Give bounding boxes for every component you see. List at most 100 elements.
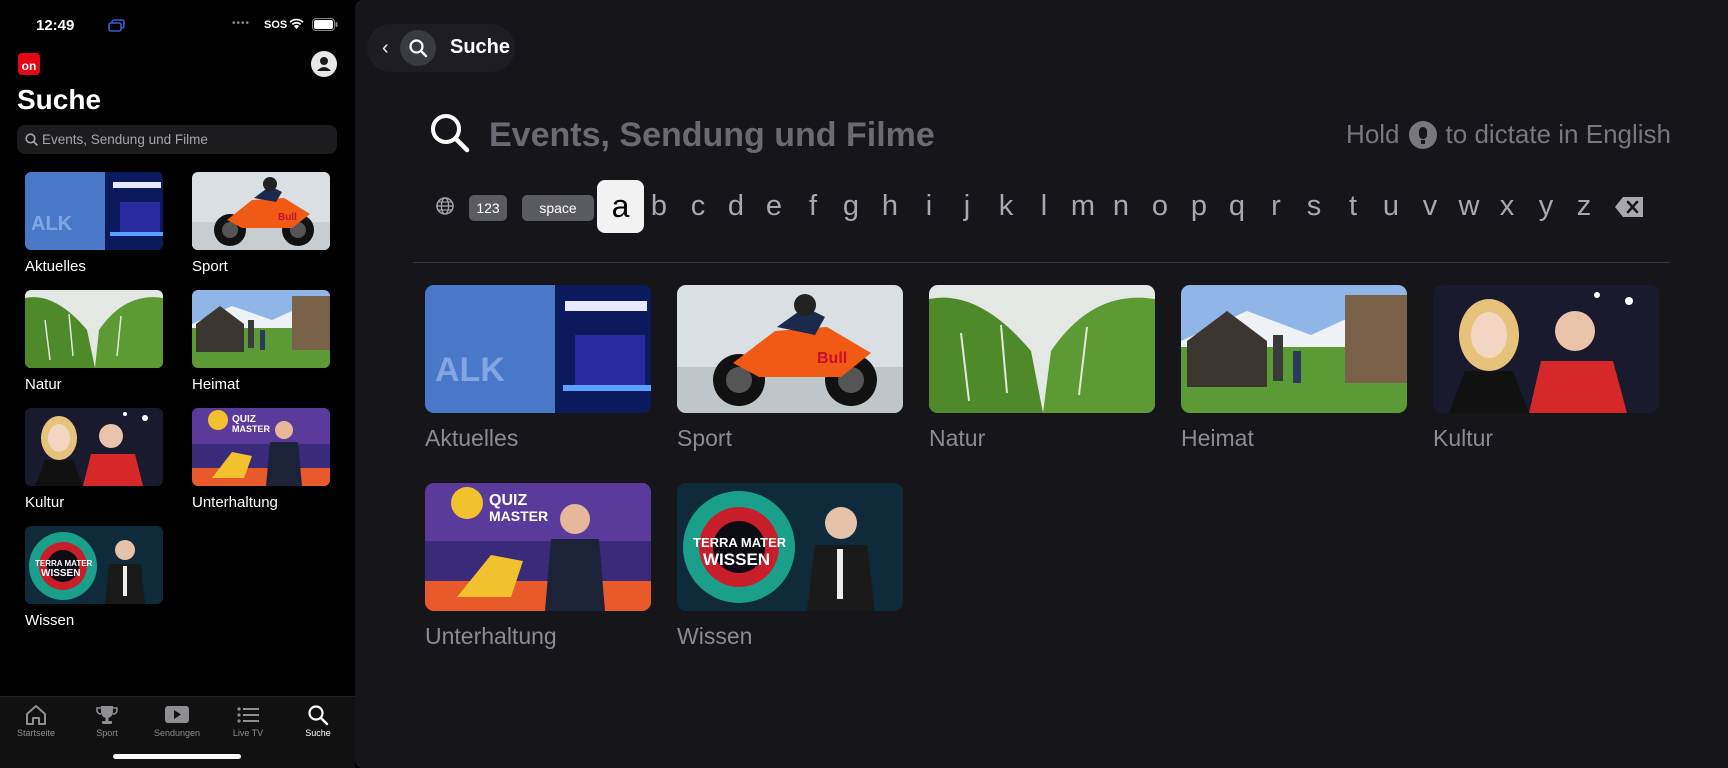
category-thumbnail [192, 290, 330, 368]
key-x[interactable]: x [1492, 185, 1522, 227]
tv-category-card-heimat[interactable]: Heimat [1181, 285, 1407, 452]
key-k[interactable]: k [991, 185, 1021, 227]
person-icon [317, 57, 331, 71]
category-thumbnail [1433, 285, 1659, 413]
key-n[interactable]: n [1106, 185, 1136, 227]
category-label: Wissen [677, 623, 753, 649]
key-m[interactable]: m [1068, 185, 1098, 227]
category-thumbnail: ALK [425, 285, 651, 413]
tv-search-input[interactable] [489, 110, 1189, 160]
category-card-kultur[interactable]: Kultur [25, 408, 165, 511]
category-label: Sport [677, 425, 732, 451]
battery-icon [312, 18, 338, 31]
tv-category-card-kultur[interactable]: Kultur [1433, 285, 1659, 452]
key-o[interactable]: o [1145, 185, 1175, 227]
trophy-icon [96, 706, 118, 724]
key-t[interactable]: t [1338, 185, 1368, 227]
category-thumbnail: Bull [192, 172, 330, 250]
numbers-key[interactable]: 123 [469, 195, 507, 221]
tv-category-card-sport[interactable]: Bull Sport [677, 285, 903, 452]
category-card-heimat[interactable]: Heimat [192, 290, 332, 393]
microphone-icon [1408, 120, 1437, 149]
key-i[interactable]: i [914, 185, 944, 227]
divider [413, 262, 1670, 263]
category-thumbnail [1181, 285, 1407, 413]
delete-key-icon[interactable] [1614, 196, 1644, 218]
category-card-sport[interactable]: Bull Sport [192, 172, 332, 275]
category-card-unterhaltung[interactable]: QUIZ MASTER Unterhaltung [192, 408, 332, 511]
home-icon [26, 705, 46, 725]
category-label: Natur [929, 425, 986, 451]
key-b[interactable]: b [644, 185, 674, 227]
svg-text:Bull: Bull [278, 212, 297, 223]
tv-category-card-natur[interactable]: Natur [929, 285, 1155, 452]
category-label: Unterhaltung [192, 494, 278, 511]
play-icon [165, 706, 189, 723]
key-j[interactable]: j [952, 185, 982, 227]
key-r[interactable]: r [1261, 185, 1291, 227]
tv-category-card-aktuelles[interactable]: ALK Aktuelles [425, 285, 651, 452]
svg-text:WISSEN: WISSEN [703, 550, 770, 569]
svg-text:ALK: ALK [31, 213, 73, 235]
status-time: 12:49 [36, 17, 75, 34]
tab-label: Suche [305, 728, 331, 738]
key-e[interactable]: e [759, 185, 789, 227]
search-icon [409, 39, 428, 58]
tab-suche[interactable]: Suche [283, 704, 353, 738]
tab-sendungen[interactable]: Sendungen [142, 704, 212, 738]
key-y[interactable]: y [1531, 185, 1561, 227]
key-d[interactable]: d [721, 185, 751, 227]
category-label: Unterhaltung [425, 623, 557, 649]
key-z[interactable]: z [1569, 185, 1599, 227]
chevron-left-icon: ‹ [382, 37, 389, 59]
wifi-icon [289, 18, 304, 29]
category-thumbnail [25, 290, 163, 368]
key-q[interactable]: q [1222, 185, 1252, 227]
tab-sport[interactable]: Sport [72, 704, 142, 738]
sos-indicator: SOS [264, 19, 288, 31]
search-badge [400, 30, 436, 66]
key-v[interactable]: v [1415, 185, 1445, 227]
profile-button[interactable] [311, 51, 337, 77]
svg-text:Bull: Bull [817, 350, 847, 367]
category-label: Natur [25, 376, 62, 393]
tab-startseite[interactable]: Startseite [1, 704, 71, 738]
category-label: Wissen [25, 612, 75, 629]
tv-category-card-wissen[interactable]: TERRA MATER WISSEN Wissen [677, 483, 903, 650]
space-key[interactable]: space [522, 195, 594, 221]
search-field[interactable] [17, 125, 337, 154]
key-h[interactable]: h [875, 185, 905, 227]
key-p[interactable]: p [1184, 185, 1214, 227]
home-indicator [113, 754, 241, 759]
app-logo: on [18, 53, 40, 75]
tab-label: Sendungen [153, 728, 201, 738]
tab-live-tv[interactable]: Live TV [213, 704, 283, 738]
category-card-aktuelles[interactable]: ALK Aktuelles [25, 172, 165, 275]
tv-category-card-unterhaltung[interactable]: QUIZ MASTER Unterhaltung [425, 483, 651, 650]
search-input[interactable] [42, 125, 327, 154]
status-bar: 12:49 •••• SOS [0, 0, 355, 50]
globe-icon[interactable] [435, 196, 455, 216]
key-w[interactable]: w [1454, 185, 1484, 227]
key-s[interactable]: s [1299, 185, 1329, 227]
category-label: Aktuelles [425, 425, 519, 451]
search-icon [308, 705, 329, 726]
back-button[interactable]: ‹ Suche [367, 24, 515, 72]
category-label: Heimat [192, 376, 240, 393]
svg-text:TERRA MATER: TERRA MATER [693, 535, 787, 550]
category-card-natur[interactable]: Natur [25, 290, 165, 393]
category-card-wissen[interactable]: TERRA MATER WISSEN Wissen [25, 526, 165, 629]
tab-label: Live TV [232, 728, 264, 738]
svg-text:TERRA MATER: TERRA MATER [35, 559, 93, 568]
key-a-focused[interactable]: a [597, 180, 644, 233]
category-thumbnail: Bull [677, 285, 903, 413]
key-l[interactable]: l [1029, 185, 1059, 227]
svg-text:WISSEN: WISSEN [41, 568, 80, 579]
category-label: Sport [192, 258, 228, 275]
key-c[interactable]: c [683, 185, 713, 227]
key-f[interactable]: f [798, 185, 828, 227]
category-thumbnail: TERRA MATER WISSEN [677, 483, 903, 611]
key-u[interactable]: u [1376, 185, 1406, 227]
key-g[interactable]: g [836, 185, 866, 227]
phone-screen: 12:49 •••• SOS on Suche Events, Sendung … [0, 0, 355, 768]
